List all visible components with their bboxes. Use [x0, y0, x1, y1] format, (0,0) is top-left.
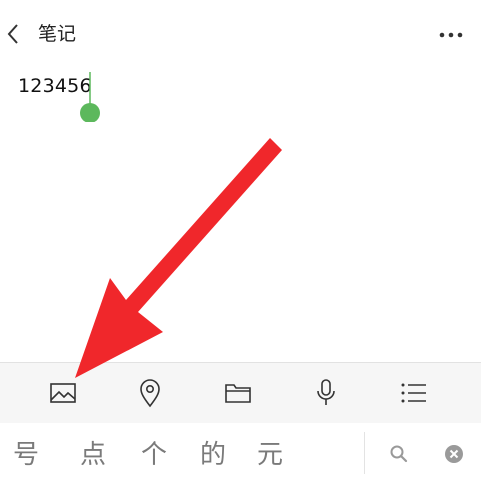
candidate-word[interactable]: 元 — [257, 440, 283, 470]
note-editor[interactable]: 123456 — [0, 66, 481, 362]
candidate-word[interactable]: 点 — [80, 440, 106, 470]
keyboard-suggestion-bar: 号 点 个 的 元 — [0, 423, 481, 483]
search-icon — [390, 445, 408, 463]
more-dots-icon — [439, 32, 463, 38]
clear-button[interactable] — [434, 435, 474, 473]
insert-location-button[interactable] — [120, 363, 180, 423]
header-bar: 笔记 — [0, 0, 481, 66]
voice-input-button[interactable] — [296, 363, 356, 423]
text-cursor-handle[interactable] — [77, 72, 103, 122]
list-format-button[interactable] — [384, 363, 444, 423]
image-icon — [50, 383, 76, 403]
location-pin-icon — [140, 379, 160, 408]
clear-circle-icon — [445, 445, 463, 463]
candidate-word[interactable]: 的 — [200, 440, 226, 470]
microphone-icon — [317, 379, 335, 405]
candidate-word[interactable]: 号 — [13, 440, 39, 470]
search-button[interactable] — [380, 435, 418, 473]
page-title: 笔记 — [38, 23, 77, 45]
chevron-left-icon — [7, 24, 18, 44]
note-toolbar — [0, 362, 481, 424]
back-button[interactable] — [0, 14, 34, 54]
insert-image-button[interactable] — [33, 363, 93, 423]
folder-icon — [225, 384, 251, 403]
list-icon — [401, 383, 426, 403]
divider — [364, 432, 365, 474]
more-button[interactable] — [425, 14, 481, 54]
insert-file-button[interactable] — [208, 363, 268, 423]
candidate-word[interactable]: 个 — [141, 440, 167, 470]
